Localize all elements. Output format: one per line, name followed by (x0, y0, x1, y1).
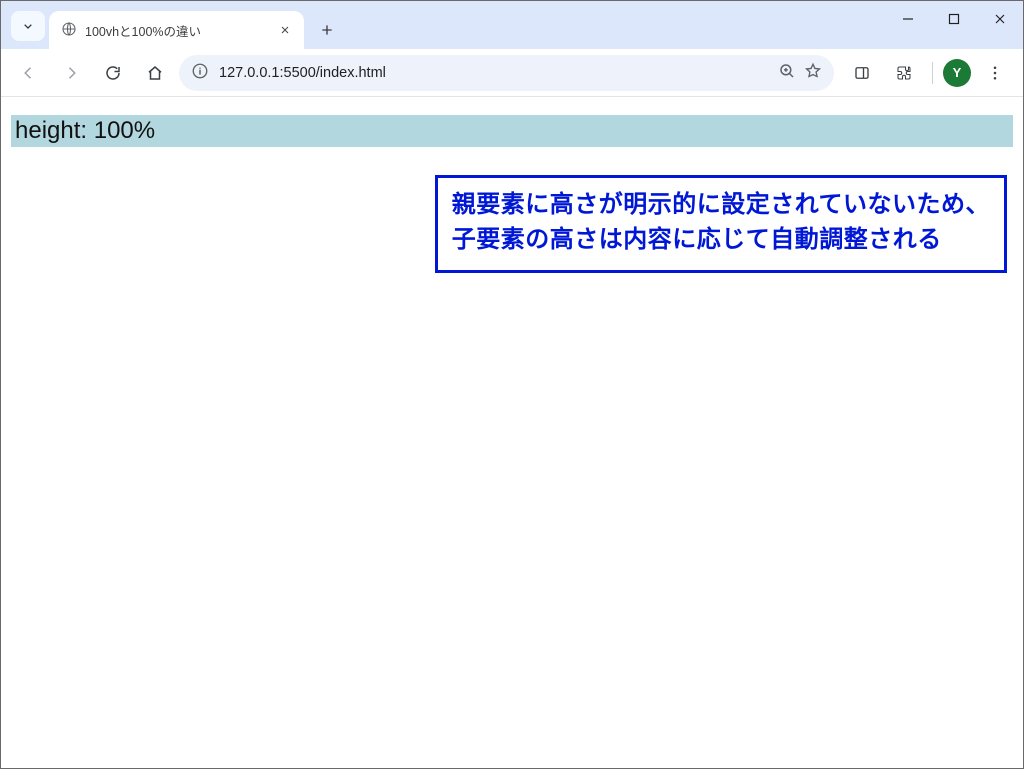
globe-icon (61, 21, 77, 40)
browser-toolbar: Y (1, 49, 1023, 97)
window-minimize-button[interactable] (885, 1, 931, 37)
home-icon (146, 64, 164, 82)
site-info-icon[interactable] (191, 62, 209, 84)
arrow-left-icon (20, 64, 38, 82)
separator (932, 62, 933, 84)
extensions-button[interactable] (886, 55, 922, 91)
window-maximize-button[interactable] (931, 1, 977, 37)
reload-button[interactable] (95, 55, 131, 91)
profile-avatar[interactable]: Y (943, 59, 971, 87)
home-button[interactable] (137, 55, 173, 91)
side-panel-button[interactable] (844, 55, 880, 91)
window-close-button[interactable] (977, 1, 1023, 37)
close-icon (994, 13, 1006, 25)
annotation-line-2: 子要素の高さは内容に応じて自動調整される (452, 223, 990, 258)
panel-icon (853, 64, 871, 82)
browser-tab[interactable]: 100vhと100%の違い (49, 11, 304, 49)
chevron-down-icon (20, 18, 36, 34)
close-icon (279, 24, 291, 36)
annotation-line-1: 親要素に高さが明示的に設定されていないため、 (452, 188, 990, 223)
back-button[interactable] (11, 55, 47, 91)
tab-title: 100vhと100%の違い (85, 21, 268, 40)
tab-close-button[interactable] (276, 21, 294, 39)
window-controls (885, 1, 1023, 37)
avatar-letter: Y (953, 65, 962, 80)
menu-button[interactable] (977, 55, 1013, 91)
demo-box: height: 100% (11, 115, 1013, 147)
reload-icon (104, 64, 122, 82)
kebab-icon (986, 64, 1004, 82)
puzzle-icon (895, 64, 913, 82)
maximize-icon (948, 13, 960, 25)
browser-titlebar: 100vhと100%の違い (1, 1, 1023, 49)
info-icon (191, 62, 209, 80)
toolbar-right: Y (840, 55, 1013, 91)
forward-button[interactable] (53, 55, 89, 91)
page-viewport: height: 100% 親要素に高さが明示的に設定されていないため、 子要素の… (1, 97, 1023, 768)
address-bar[interactable] (179, 55, 834, 91)
star-icon (804, 62, 822, 80)
bookmark-button[interactable] (804, 62, 822, 84)
demo-box-text: height: 100% (15, 117, 155, 144)
omnibox-actions (778, 62, 822, 84)
zoom-button[interactable] (778, 62, 796, 84)
minimize-icon (902, 13, 914, 25)
url-input[interactable] (219, 65, 768, 81)
zoom-icon (778, 62, 796, 80)
plus-icon (319, 22, 335, 38)
tab-search-button[interactable] (11, 11, 45, 41)
annotation-callout: 親要素に高さが明示的に設定されていないため、 子要素の高さは内容に応じて自動調整… (435, 175, 1007, 273)
arrow-right-icon (62, 64, 80, 82)
new-tab-button[interactable] (312, 15, 342, 45)
